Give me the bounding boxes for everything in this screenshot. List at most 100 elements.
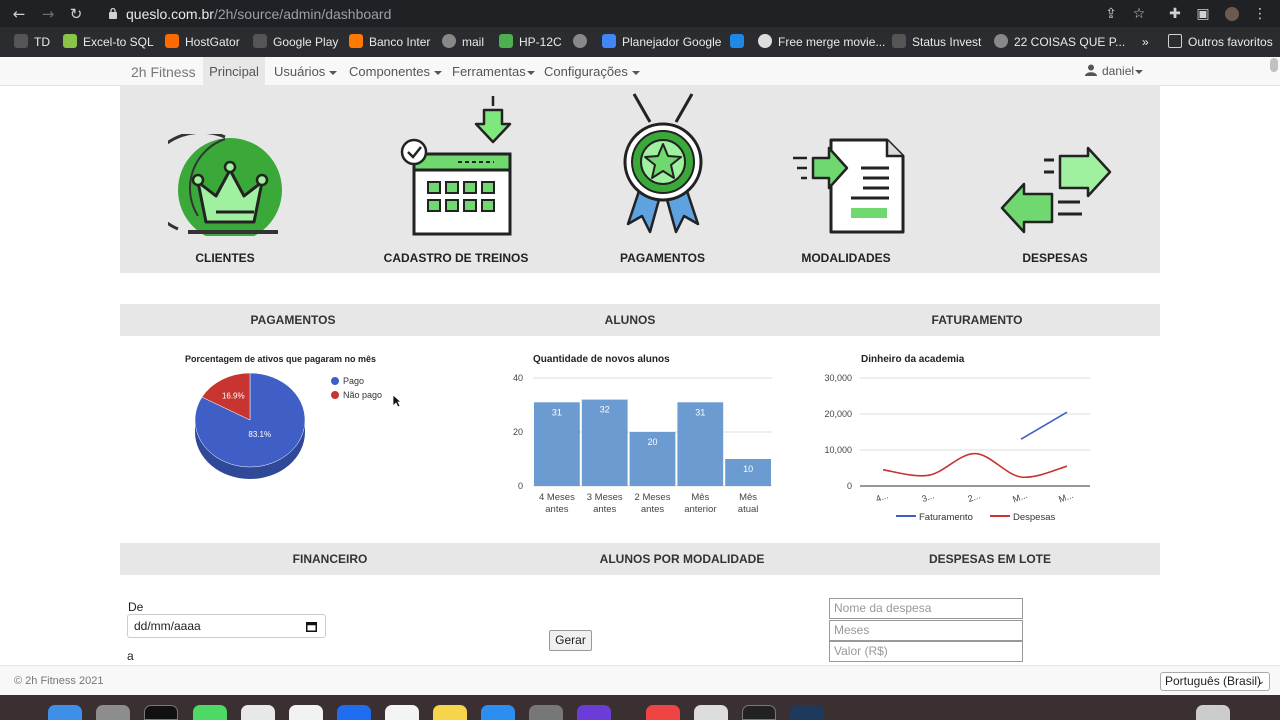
legend-dot	[331, 377, 339, 385]
date-from-input[interactable]: dd/mm/aaaa	[127, 614, 326, 638]
series-line[interactable]	[1020, 411, 1068, 440]
nav-principal[interactable]: Principal	[203, 57, 265, 86]
finder-icon[interactable]	[48, 705, 82, 720]
bookmark-hp12c[interactable]: HP-12C	[499, 34, 562, 50]
footer: © 2h Fitness 2021 Português (Brasil) ⌄	[0, 665, 1280, 695]
bookmark-planejador[interactable]: Planejador Google	[602, 34, 721, 50]
nav-ferramentas[interactable]: Ferramentas	[452, 57, 535, 86]
y-tick-label: 30,000	[824, 373, 852, 383]
textedit-icon[interactable]	[694, 705, 728, 720]
other-favorites[interactable]: Outros favoritos	[1168, 34, 1273, 50]
calendar-app-icon[interactable]	[289, 705, 323, 720]
de-label: De	[128, 600, 144, 614]
xcode-icon[interactable]	[481, 705, 515, 720]
bar-chart[interactable]: 02040314 Mesesantes323 Mesesantes202 Mes…	[500, 368, 780, 520]
bookmark-22-coisas[interactable]: 22 COISAS QUE P...	[994, 34, 1125, 50]
bookmark-label: HP-12C	[519, 35, 562, 49]
bookmark-banco-inter[interactable]: Banco Inter	[349, 34, 430, 50]
tile-modalidades[interactable]: MODALIDADES	[785, 86, 907, 273]
bookmark-td[interactable]: TD	[14, 34, 50, 50]
bar-chart-title: Quantidade de novos alunos	[533, 354, 670, 365]
forward-icon[interactable]: →	[38, 4, 58, 24]
legend-label: Faturamento	[919, 512, 973, 523]
caret-down-icon	[526, 70, 535, 75]
bar-value-label: 32	[600, 405, 610, 415]
tile-despesas[interactable]: DESPESAS	[1000, 86, 1112, 273]
bookmark-icon	[758, 34, 772, 48]
share-icon[interactable]: ⇪	[1101, 4, 1121, 24]
scrollbar[interactable]	[1270, 58, 1278, 72]
nav-label: Configurações	[544, 64, 628, 79]
activity-monitor-icon[interactable]	[742, 705, 776, 720]
nav-componentes[interactable]: Componentes	[349, 57, 442, 86]
tile-label: CADASTRO DE TREINOS	[383, 251, 529, 265]
sidepanel-icon[interactable]: ▣	[1193, 4, 1213, 24]
valor-input[interactable]: Valor (R$)	[829, 641, 1023, 662]
nav-configuracoes[interactable]: Configurações	[544, 57, 640, 86]
url-bar[interactable]: queslo.com.br/2h/source/admin/dashboard	[126, 6, 391, 22]
star-icon[interactable]: ☆	[1129, 4, 1149, 24]
tile-label: MODALIDADES	[801, 251, 891, 265]
bookmark-globe[interactable]	[573, 34, 593, 50]
line-chart[interactable]: 0 10,000 20,000 30,000 4... 3... 2... M... M... F…	[810, 368, 1100, 528]
nome-despesa-input[interactable]: Nome da despesa	[829, 598, 1023, 619]
bookmark-label: Banco Inter	[369, 35, 431, 49]
trash-icon[interactable]	[1196, 705, 1230, 720]
nav-label: Usuários	[274, 64, 326, 79]
a-label: a	[127, 649, 134, 663]
app-icon[interactable]	[790, 705, 824, 720]
arrows-icon	[1000, 146, 1112, 234]
messages-icon[interactable]	[193, 705, 227, 720]
profile-avatar[interactable]	[1222, 4, 1242, 24]
bar-value-label: 31	[695, 407, 705, 417]
gerar-button[interactable]: Gerar	[549, 630, 592, 651]
system-preferences-icon[interactable]	[529, 705, 563, 720]
series-line[interactable]	[882, 452, 1068, 479]
tile-pagamentos[interactable]: PAGAMENTOS	[610, 86, 715, 273]
brand-link[interactable]: 2h Fitness	[131, 64, 196, 80]
section-title-faturamento: FATURAMENTO	[931, 313, 1023, 327]
legend-label: Pago	[343, 376, 365, 386]
notes-icon[interactable]	[433, 705, 467, 720]
tile-label: CLIENTES	[195, 251, 255, 265]
chrome-icon[interactable]	[646, 705, 680, 720]
url-host: queslo.com.br	[126, 6, 214, 22]
back-icon[interactable]: ←	[9, 4, 29, 24]
bookmark-s[interactable]	[730, 34, 750, 50]
meses-input[interactable]: Meses	[829, 620, 1023, 641]
bookmark-google-play[interactable]: Google Play	[253, 34, 338, 50]
mouse-cursor-icon	[392, 394, 402, 408]
photos-icon[interactable]	[241, 705, 275, 720]
menu-icon[interactable]: ⋮	[1250, 4, 1270, 24]
medal-icon	[623, 93, 703, 234]
bookmark-status-invest[interactable]: Status Invest	[892, 34, 981, 50]
user-menu[interactable]: daniel	[1085, 57, 1144, 86]
user-name: daniel	[1102, 64, 1135, 78]
reload-icon[interactable]: ↻	[66, 4, 86, 24]
calendar-picker-icon[interactable]	[306, 621, 317, 632]
language-select[interactable]: Português (Brasil) ⌄	[1160, 672, 1270, 691]
bookmark-icon	[994, 34, 1008, 48]
legend-pago: Pago	[331, 376, 364, 386]
bookmark-label: 22 COISAS QUE P...	[1014, 35, 1126, 49]
bookmark-label: Free merge movie...	[778, 35, 886, 49]
bookmark-label: Planejador Google	[622, 35, 722, 49]
terminal-icon[interactable]	[144, 705, 178, 720]
bookmark-free-merge[interactable]: Free merge movie...	[758, 34, 885, 50]
pie-chart[interactable]: 83.1% 16.9%	[180, 370, 410, 490]
launchpad-icon[interactable]	[96, 705, 130, 720]
tile-cadastro-de-treinos[interactable]: CADASTRO DE TREINOS	[380, 86, 532, 273]
app-icon[interactable]	[577, 705, 611, 720]
bookmark-mail[interactable]: mail	[442, 34, 484, 50]
nav-usuarios[interactable]: Usuários	[274, 57, 338, 86]
dropbox-icon[interactable]	[337, 705, 371, 720]
bookmark-hostgator[interactable]: HostGator	[165, 34, 240, 50]
reminders-icon[interactable]	[385, 705, 419, 720]
bookmark-excel-to-sql[interactable]: Excel-to SQL	[63, 34, 154, 50]
tile-clientes[interactable]: CLIENTES	[160, 86, 290, 273]
more-bookmarks-button[interactable]: »	[1142, 34, 1149, 50]
x-tick-label: atual	[738, 504, 759, 515]
bookmark-icon	[349, 34, 363, 48]
extensions-icon[interactable]: ✚	[1165, 4, 1185, 24]
user-icon	[1085, 64, 1097, 76]
